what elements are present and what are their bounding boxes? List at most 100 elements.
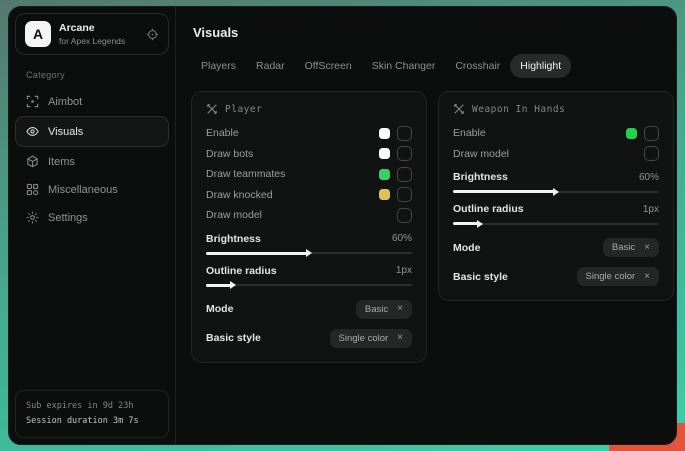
checkbox[interactable] [644, 126, 659, 141]
close-icon[interactable]: × [644, 272, 650, 282]
tag-value: Single color [339, 333, 389, 344]
aimbot-icon [26, 95, 39, 108]
slider-fill[interactable] [206, 284, 231, 287]
tab-skin-changer[interactable]: Skin Changer [362, 54, 446, 78]
slider-outline-radius: Outline radius 1px [453, 203, 659, 228]
slider-value: 1px [396, 265, 412, 276]
sidebar-item-label: Miscellaneous [48, 184, 118, 196]
weapon-in-hands-panel: Weapon In Hands Enable Draw model [438, 91, 674, 301]
sub-expires-text: Sub expires in 9d 23h [26, 399, 158, 414]
tab-players[interactable]: Players [191, 54, 246, 78]
slider-fill[interactable] [453, 190, 554, 193]
sidebar-item-miscellaneous[interactable]: Miscellaneous [15, 176, 169, 203]
visuals-icon [26, 125, 39, 138]
close-icon[interactable]: × [644, 243, 650, 253]
slider-label: Brightness [453, 171, 508, 183]
color-swatch[interactable] [379, 148, 390, 159]
sidebar-item-label: Aimbot [48, 96, 82, 108]
category-label: Category [26, 70, 169, 80]
slider-fill[interactable] [453, 222, 478, 225]
checkbox[interactable] [397, 208, 412, 223]
slider-track[interactable] [453, 219, 659, 228]
checkbox[interactable] [397, 167, 412, 182]
miscellaneous-icon [26, 183, 39, 196]
tag-row-label: Mode [453, 242, 480, 254]
sidebar-item-aimbot[interactable]: Aimbot [15, 88, 169, 115]
slider-fill[interactable] [206, 252, 307, 255]
checkbox[interactable] [397, 187, 412, 202]
checkbox[interactable] [397, 146, 412, 161]
toggle-row: Enable [206, 123, 412, 144]
slider-track[interactable] [453, 187, 659, 196]
tab-offscreen[interactable]: OffScreen [295, 54, 362, 78]
toggle-row: Draw bots [206, 144, 412, 165]
sidebar-item-settings[interactable]: Settings [15, 204, 169, 231]
tag-value: Basic [612, 242, 635, 253]
panels: Player Enable Draw bots Draw teammates [191, 91, 674, 363]
basic-style-tag[interactable]: Single color × [577, 267, 659, 286]
sidebar-item-label: Visuals [48, 126, 83, 138]
mode-row: Mode Basic × [206, 300, 412, 319]
app-subtitle: for Apex Legends [59, 36, 125, 46]
slider-value: 60% [392, 233, 412, 244]
close-icon[interactable]: × [397, 333, 403, 343]
slider-brightness: Brightness 60% [206, 233, 412, 258]
toggle-label: Draw model [206, 209, 397, 221]
page-title: Visuals [193, 25, 674, 40]
tab-highlight[interactable]: Highlight [510, 54, 571, 78]
basic-style-row: Basic style Single color × [206, 329, 412, 348]
color-swatch[interactable] [626, 128, 637, 139]
subscription-info: Sub expires in 9d 23h Session duration 3… [15, 390, 169, 438]
tag-row-label: Basic style [206, 332, 261, 344]
tools-icon [453, 103, 465, 115]
toggle-row: Draw model [453, 144, 659, 165]
logo-card: A Arcane for Apex Legends [15, 13, 169, 55]
toggle-label: Draw bots [206, 148, 379, 160]
tag-value: Basic [365, 304, 388, 315]
player-panel-header: Player [206, 103, 412, 115]
toggle-label: Enable [453, 127, 626, 139]
slider-label: Outline radius [206, 265, 277, 277]
weapon-panel-header: Weapon In Hands [453, 103, 659, 115]
checkbox[interactable] [644, 146, 659, 161]
slider-label: Outline radius [453, 203, 524, 215]
slider-track[interactable] [206, 281, 412, 290]
close-icon[interactable]: × [397, 304, 403, 314]
basic-style-tag[interactable]: Single color × [330, 329, 412, 348]
mode-row: Mode Basic × [453, 238, 659, 257]
color-swatch[interactable] [379, 189, 390, 200]
sidebar: A Arcane for Apex Legends Category [9, 7, 176, 444]
tag-value: Single color [586, 271, 636, 282]
crosshair-icon[interactable] [146, 28, 159, 41]
toggle-row: Draw model [206, 205, 412, 226]
app-title: Arcane [59, 22, 125, 34]
tag-row-label: Basic style [453, 271, 508, 283]
slider-brightness: Brightness 60% [453, 171, 659, 196]
app-window: A Arcane for Apex Legends Category [8, 6, 677, 445]
sidebar-item-items[interactable]: Items [15, 148, 169, 175]
tab-radar[interactable]: Radar [246, 54, 295, 78]
panel-title: Weapon In Hands [472, 104, 565, 115]
logo-text: Arcane for Apex Legends [59, 22, 125, 46]
player-panel: Player Enable Draw bots Draw teammates [191, 91, 427, 363]
desktop-background: A Arcane for Apex Legends Category [0, 0, 685, 451]
slider-label: Brightness [206, 233, 261, 245]
toggle-row: Draw knocked [206, 185, 412, 206]
tab-bar: Players Radar OffScreen Skin Changer Cro… [191, 54, 674, 78]
toggle-label: Draw model [453, 148, 644, 160]
sidebar-item-visuals[interactable]: Visuals [15, 116, 169, 147]
slider-track[interactable] [206, 249, 412, 258]
sidebar-item-label: Items [48, 156, 75, 168]
toggle-label: Draw teammates [206, 168, 379, 180]
mode-tag[interactable]: Basic × [356, 300, 412, 319]
tools-icon [206, 103, 218, 115]
color-swatch[interactable] [379, 128, 390, 139]
toggle-label: Draw knocked [206, 189, 379, 201]
tag-row-label: Mode [206, 303, 233, 315]
checkbox[interactable] [397, 126, 412, 141]
mode-tag[interactable]: Basic × [603, 238, 659, 257]
tab-crosshair[interactable]: Crosshair [445, 54, 510, 78]
basic-style-row: Basic style Single color × [453, 267, 659, 286]
color-swatch[interactable] [379, 169, 390, 180]
slider-outline-radius: Outline radius 1px [206, 265, 412, 290]
